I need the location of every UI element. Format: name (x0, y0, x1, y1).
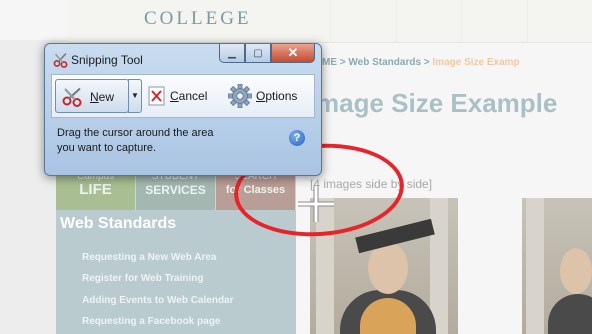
options-button-label: Options (256, 89, 298, 103)
close-button[interactable]: ✕ (271, 44, 315, 63)
page-title: mage Size Example (316, 88, 558, 118)
help-icon[interactable]: ? (289, 130, 305, 146)
window-title: Snipping Tool (71, 53, 143, 67)
window-controls: ▁ ▢ ✕ (219, 44, 315, 64)
college-logo-text: COLLEGE (144, 8, 252, 29)
scissors-icon (62, 87, 82, 107)
breadcrumb-current: Image Size Examp (432, 57, 520, 68)
crosshair-icon (298, 186, 334, 222)
minimize-button[interactable]: ▁ (219, 44, 245, 63)
capture-hint: Drag the cursor around the area you want… (57, 127, 214, 154)
sidebar-link[interactable]: Register for Web Training (82, 273, 204, 284)
new-mode-dropdown[interactable]: ▼ (128, 79, 142, 113)
new-snip-button[interactable]: New (55, 79, 129, 113)
sidebar-link[interactable]: Requesting a New Web Area (82, 252, 216, 263)
breadcrumb-trail[interactable]: ME > Web Standards > (322, 57, 432, 68)
close-icon: ✕ (287, 45, 299, 60)
sidebar-heading: Web Standards (60, 215, 177, 232)
maximize-button[interactable]: ▢ (245, 44, 271, 63)
new-button-label: New (90, 90, 115, 104)
breadcrumb: ME > Web Standards > Image Size Examp (322, 57, 520, 68)
chevron-down-icon: ▼ (131, 91, 139, 100)
cancel-button[interactable]: Cancel (148, 82, 208, 110)
sidebar-link[interactable]: Adding Events to Web Calendar (82, 295, 234, 306)
minimize-icon: ▁ (228, 47, 236, 59)
scissors-icon (53, 52, 68, 68)
cancel-button-label: Cancel (170, 89, 208, 103)
gear-icon (228, 84, 252, 108)
close-icon (148, 86, 165, 106)
site-nav-strip (330, 0, 592, 42)
sidebar-link[interactable]: Requesting a Facebook page (82, 316, 220, 327)
options-button[interactable]: Options (228, 80, 312, 112)
graduate-photo (522, 198, 592, 334)
maximize-icon: ▢ (253, 47, 263, 59)
toolbar: New ▼ Cancel Options (51, 74, 315, 118)
snipping-tool-window[interactable]: Snipping Tool ▁ ▢ ✕ New ▼ Cancel Options… (44, 43, 322, 176)
